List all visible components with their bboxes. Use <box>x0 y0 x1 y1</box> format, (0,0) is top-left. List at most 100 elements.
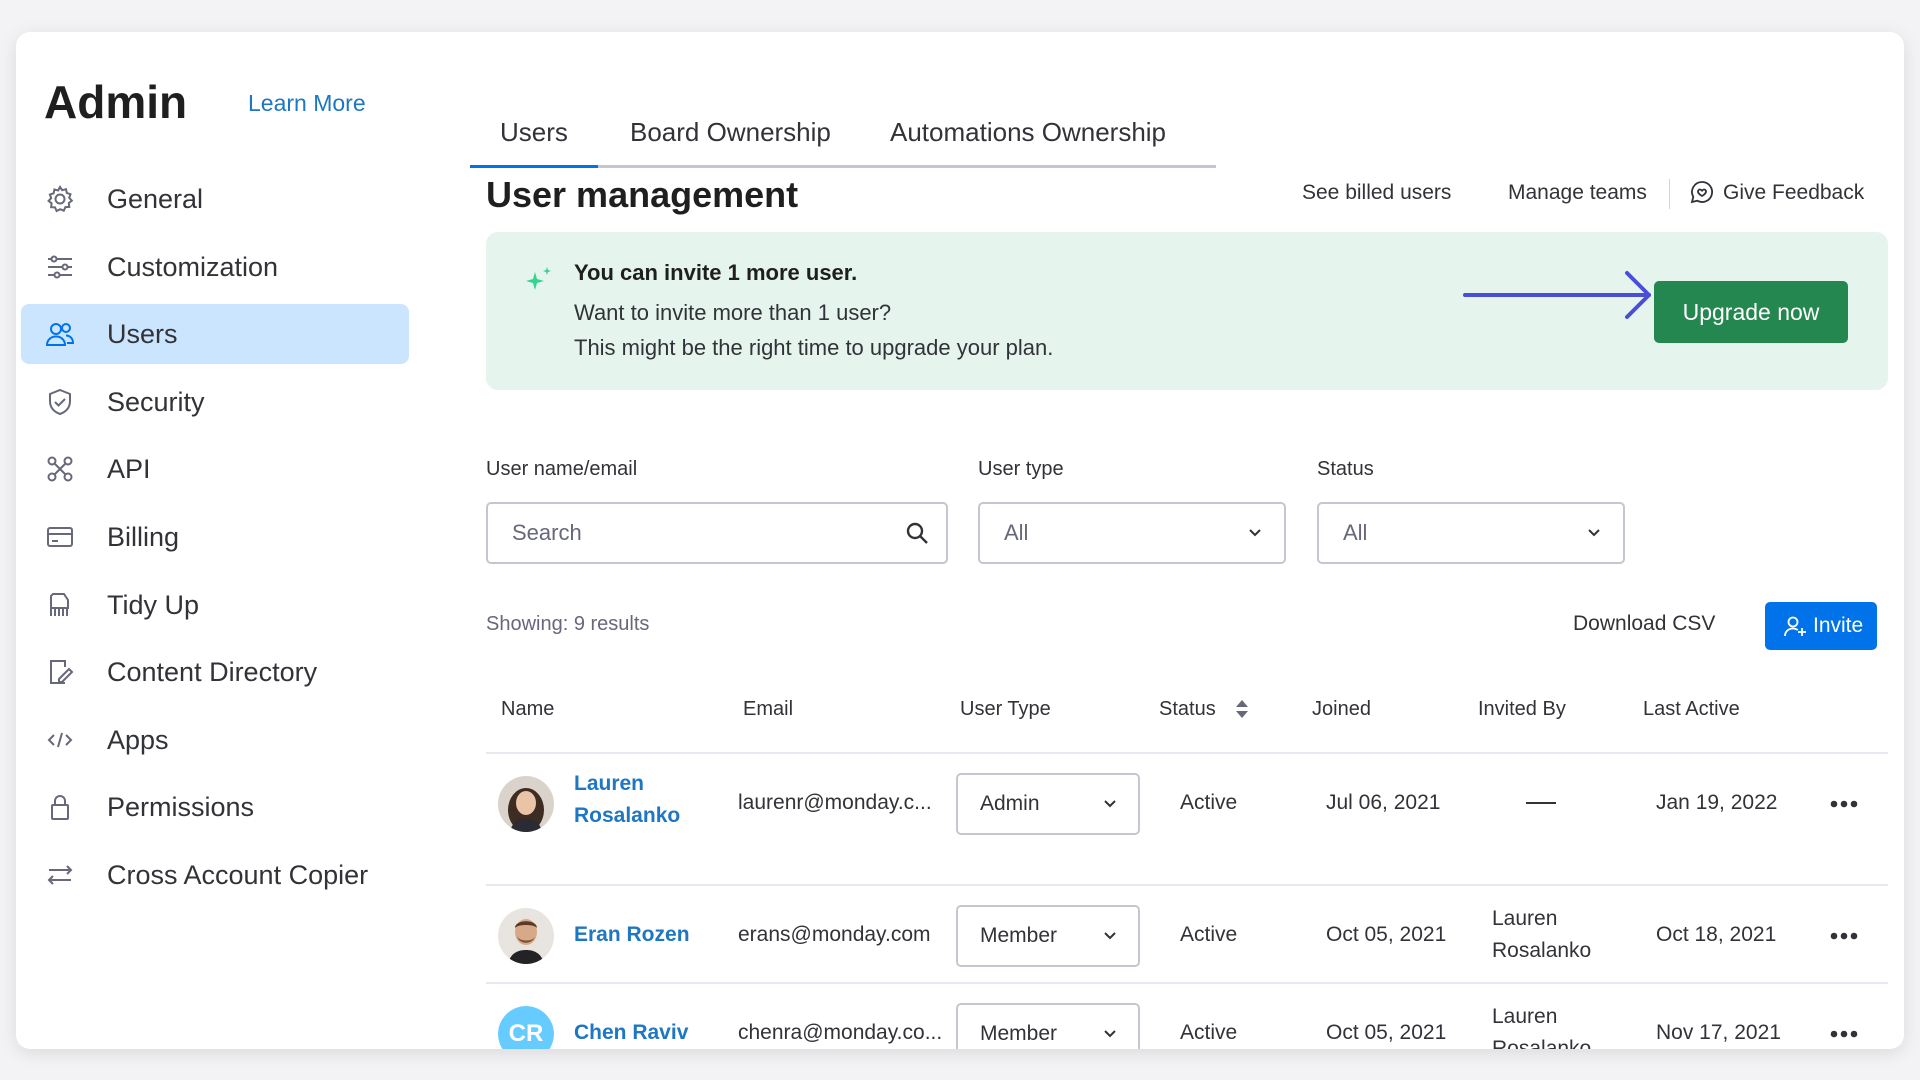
invited-by: Lauren <box>1492 907 1558 930</box>
sidebar-item-label: Permissions <box>107 792 255 823</box>
invited-by: Rosalanko <box>1492 939 1592 962</box>
sidebar-item-api[interactable]: API <box>21 439 409 499</box>
user-type-select-value: Admin <box>980 792 1040 815</box>
results-count: Showing: 9 results <box>486 613 650 635</box>
sidebar-item-label: Apps <box>107 724 169 755</box>
lock-icon <box>45 792 75 822</box>
sidebar-item-users[interactable]: Users <box>21 304 409 365</box>
invited-by: Rosalanko <box>1492 1037 1592 1049</box>
code-icon <box>45 725 75 755</box>
status-value: All <box>1343 520 1368 545</box>
avatar-initials: CR <box>498 1006 554 1049</box>
learn-more-link[interactable]: Learn More <box>248 88 366 118</box>
user-name-link[interactable]: Eran Rozen <box>574 919 690 951</box>
gear-icon <box>45 184 75 214</box>
see-billed-users-link[interactable]: See billed users <box>1302 178 1451 208</box>
chevron-down-icon <box>1100 926 1120 946</box>
tab-automations-ownership[interactable]: Automations Ownership <box>890 114 1166 150</box>
sidebar-item-general[interactable]: General <box>21 169 409 229</box>
sliders-icon <box>45 252 75 282</box>
sidebar-item-billing[interactable]: Billing <box>21 507 409 567</box>
sidebar-item-label: General <box>107 184 204 214</box>
user-last-active: Oct 18, 2021 <box>1656 923 1777 946</box>
sidebar-item-permissions[interactable]: Permissions <box>21 777 409 837</box>
sidebar-item-customization[interactable]: Customization <box>21 237 409 297</box>
upgrade-now-button[interactable]: Upgrade now <box>1654 281 1848 343</box>
invite-button[interactable]: Invite <box>1765 602 1877 650</box>
chevron-down-icon <box>1100 794 1120 814</box>
more-options-icon[interactable] <box>1824 916 1864 956</box>
sidebar-item-cross-account-copier[interactable]: Cross Account Copier <box>21 845 409 905</box>
user-type-select[interactable]: Member <box>956 905 1140 967</box>
document-edit-icon <box>45 657 75 687</box>
avatar[interactable]: CR <box>498 1006 554 1049</box>
sidebar-item-label: API <box>107 454 151 485</box>
user-status: Active <box>1180 791 1238 814</box>
upgrade-banner: You can invite 1 more user. Want to invi… <box>486 232 1888 390</box>
more-options-icon[interactable] <box>1824 1014 1864 1049</box>
sidebar-nav: General Customization Users Security API <box>21 169 409 913</box>
status-dropdown[interactable]: All <box>1317 502 1625 564</box>
banner-message-line-1: Want to invite more than 1 user? <box>574 300 892 325</box>
tab-bar: Users Board Ownership Automations Owners… <box>470 96 1216 168</box>
user-type-label: User type <box>978 458 1064 480</box>
banner-message-line-2: This might be the right time to upgrade … <box>574 335 1054 360</box>
user-last-active: Nov 17, 2021 <box>1656 1021 1781 1044</box>
invited-by: Lauren <box>1492 1005 1558 1028</box>
chevron-down-icon <box>1242 520 1268 546</box>
sidebar-item-content-directory[interactable]: Content Directory <box>21 642 409 702</box>
empty-value-dash <box>1526 802 1556 804</box>
tab-board-ownership[interactable]: Board Ownership <box>630 114 831 150</box>
user-type-dropdown[interactable]: All <box>978 502 1286 564</box>
user-joined-date: Oct 05, 2021 <box>1326 923 1447 946</box>
credit-card-icon <box>45 522 75 552</box>
avatar[interactable] <box>498 908 554 964</box>
user-name-email-label: User name/email <box>486 458 638 480</box>
tab-users[interactable]: Users <box>500 114 568 150</box>
download-csv-button[interactable]: Download CSV <box>1573 609 1715 639</box>
user-search-input[interactable]: Search <box>486 502 948 564</box>
sidebar-item-label: Security <box>107 386 205 417</box>
sparkle-icon <box>524 264 554 294</box>
search-placeholder: Search <box>512 520 582 545</box>
user-joined-date: Jul 06, 2021 <box>1326 791 1441 814</box>
column-header-status[interactable]: Status <box>1159 694 1216 724</box>
table-row[interactable]: CR Chen Raviv chenra@monday.co... Member… <box>486 984 1888 1049</box>
manage-teams-link[interactable]: Manage teams <box>1508 178 1647 208</box>
sidebar-item-label: Content Directory <box>107 657 318 688</box>
user-email: laurenr@monday.c... <box>738 791 932 814</box>
users-icon <box>45 319 75 349</box>
broom-icon <box>45 590 75 620</box>
user-name-link[interactable]: Lauren <box>574 768 644 800</box>
sidebar-header: Admin Learn More <box>44 72 414 132</box>
avatar[interactable] <box>498 776 554 832</box>
user-type-select[interactable]: Admin <box>956 773 1140 835</box>
user-status: Active <box>1180 923 1238 946</box>
arrow-right-icon <box>1461 267 1661 323</box>
feedback-chat-icon[interactable] <box>1689 179 1715 205</box>
sidebar-item-apps[interactable]: Apps <box>21 710 409 770</box>
invite-label: Invite <box>1813 614 1864 637</box>
user-type-select[interactable]: Member <box>956 1003 1140 1049</box>
user-name-link[interactable]: Rosalanko <box>574 800 680 832</box>
sidebar-item-tidy-up[interactable]: Tidy Up <box>21 575 409 635</box>
search-icon <box>904 520 930 546</box>
sidebar-item-label: Customization <box>107 251 279 282</box>
sidebar-item-label: Tidy Up <box>107 589 200 620</box>
chevron-down-icon <box>1581 520 1607 546</box>
table-row[interactable]: Eran Rozen erans@monday.com Member Activ… <box>486 886 1888 984</box>
user-name-link[interactable]: Chen Raviv <box>574 1017 688 1049</box>
sort-icon[interactable] <box>1234 697 1250 721</box>
admin-title: Admin <box>44 76 188 128</box>
user-last-active: Jan 19, 2022 <box>1656 791 1778 814</box>
active-tab-indicator <box>470 165 598 168</box>
admin-panel: Admin Learn More General Customization U… <box>16 32 1904 1049</box>
add-user-icon <box>1783 614 1807 638</box>
column-header-user-type: User Type <box>960 698 1051 720</box>
user-type-value: All <box>1004 520 1029 545</box>
table-row[interactable]: Lauren Rosalanko laurenr@monday.c... Adm… <box>486 754 1888 852</box>
more-options-icon[interactable] <box>1824 784 1864 824</box>
sidebar-item-security[interactable]: Security <box>21 372 409 432</box>
give-feedback-link[interactable]: Give Feedback <box>1723 178 1864 208</box>
header-divider <box>1669 179 1670 209</box>
